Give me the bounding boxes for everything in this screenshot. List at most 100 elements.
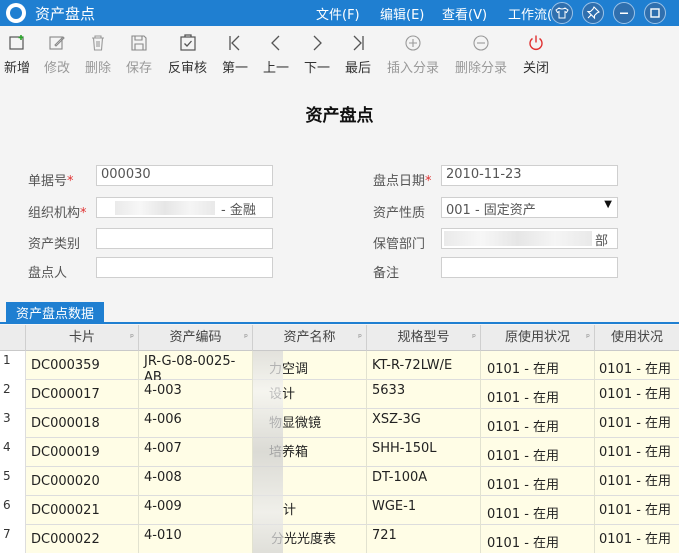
date-field[interactable]: 2010-11-23: [441, 165, 618, 186]
row-number: 5: [0, 467, 26, 496]
cell-status[interactable]: 0101 - 在用: [595, 351, 679, 380]
pin-icon[interactable]: [582, 2, 604, 24]
row-number: 6: [0, 496, 26, 525]
column-header-orig-status[interactable]: 原使用状况 ᵖ: [481, 325, 595, 351]
cell-code[interactable]: 4-008: [139, 467, 253, 496]
column-header-name[interactable]: 资产名称 ᵖ: [253, 325, 367, 351]
unaudit-button[interactable]: 反审核: [168, 34, 207, 76]
cell-spec[interactable]: DT-100A: [367, 467, 481, 496]
cell-card[interactable]: DC000020: [26, 467, 139, 496]
pin-icon[interactable]: ᵖ: [472, 325, 476, 351]
org-suffix: - 金融: [221, 203, 256, 218]
cell-status[interactable]: 0101 - 在用: [595, 525, 679, 553]
cell-spec[interactable]: WGE-1: [367, 496, 481, 525]
menu-workflow[interactable]: 工作流(: [508, 4, 552, 23]
column-header-code[interactable]: 资产编码 ᵖ: [139, 325, 253, 351]
cell-status[interactable]: 0101 - 在用: [595, 496, 679, 525]
cell-orig-status[interactable]: 0101 - 在用: [481, 409, 595, 438]
column-header-card[interactable]: 卡片 ᵖ: [26, 325, 139, 351]
delete-entry-button[interactable]: 删除分录: [454, 34, 508, 76]
new-button[interactable]: 新增: [4, 34, 30, 76]
toolbar: 新增 修改 删除 保存 反审核 第一 上一 下一 最后 插入分录 删除分录 关闭: [0, 34, 679, 84]
dropdown-arrow-icon[interactable]: ▼: [604, 199, 612, 210]
cell-spec[interactable]: SHH-150L: [367, 438, 481, 467]
cell-spec[interactable]: KT-R-72LW/E: [367, 351, 481, 380]
table-row[interactable]: 6 DC000021 4-009 计 WGE-1 0101 - 在用 0101 …: [0, 496, 679, 525]
prev-button[interactable]: 上一: [262, 34, 290, 76]
cell-status[interactable]: 0101 - 在用: [595, 380, 679, 409]
prev-label: 上一: [262, 61, 289, 76]
cell-orig-status[interactable]: 0101 - 在用: [481, 496, 595, 525]
next-button[interactable]: 下一: [303, 34, 331, 76]
minus-circle-icon: [473, 35, 489, 51]
pin-icon[interactable]: ᵖ: [244, 325, 248, 351]
pin-icon[interactable]: ᵖ: [586, 325, 590, 351]
table-row[interactable]: 4 DC000019 4-007 培养箱 SHH-150L 0101 - 在用 …: [0, 438, 679, 467]
cell-orig-status[interactable]: 0101 - 在用: [481, 525, 595, 553]
inventory-grid: 卡片 ᵖ 资产编码 ᵖ 资产名称 ᵖ 规格型号 ᵖ 原使用状况 ᵖ 使用状况 1 DC00…: [0, 325, 679, 553]
cell-card[interactable]: DC000359: [26, 351, 139, 380]
cell-card[interactable]: DC000021: [26, 496, 139, 525]
insert-entry-label: 插入分录: [386, 61, 439, 76]
cell-code[interactable]: 4-006: [139, 409, 253, 438]
delete-button[interactable]: 删除: [85, 34, 111, 76]
cell-card[interactable]: DC000018: [26, 409, 139, 438]
nature-select[interactable]: 001 - 固定资产 ▼: [441, 197, 618, 218]
first-button[interactable]: 第一: [221, 34, 249, 76]
cell-card[interactable]: DC000017: [26, 380, 139, 409]
pin-icon[interactable]: ᵖ: [130, 325, 134, 351]
cell-spec[interactable]: 721: [367, 525, 481, 553]
org-field[interactable]: - 金融: [96, 197, 273, 218]
cell-card[interactable]: DC000019: [26, 438, 139, 467]
bill-no-field[interactable]: 000030: [96, 165, 273, 186]
table-row[interactable]: 5 DC000020 4-008 DT-100A 0101 - 在用 0101 …: [0, 467, 679, 496]
nature-label: 资产性质: [373, 206, 426, 221]
cell-code[interactable]: 4-009: [139, 496, 253, 525]
category-field[interactable]: [96, 228, 273, 249]
cell-code[interactable]: 4-003: [139, 380, 253, 409]
cell-status[interactable]: 0101 - 在用: [595, 409, 679, 438]
first-label: 第一: [221, 61, 248, 76]
grid-header: 卡片 ᵖ 资产编码 ᵖ 资产名称 ᵖ 规格型号 ᵖ 原使用状况 ᵖ 使用状况: [0, 325, 679, 351]
column-header-spec[interactable]: 规格型号 ᵖ: [367, 325, 481, 351]
save-button[interactable]: 保存: [126, 34, 152, 76]
tab-inventory-data[interactable]: 资产盘点数据: [6, 302, 105, 323]
table-row[interactable]: 2 DC000017 4-003 设计 5633 0101 - 在用 0101 …: [0, 380, 679, 409]
cell-orig-status[interactable]: 0101 - 在用: [481, 438, 595, 467]
last-icon: [353, 35, 364, 51]
column-header-status[interactable]: 使用状况: [595, 325, 679, 351]
cell-card[interactable]: DC000022: [26, 525, 139, 553]
redacted-area: [444, 231, 592, 246]
cell-spec[interactable]: 5633: [367, 380, 481, 409]
cell-status[interactable]: 0101 - 在用: [595, 467, 679, 496]
edit-button[interactable]: 修改: [44, 34, 70, 76]
cell-code[interactable]: JR-G-08-0025-AB: [139, 351, 253, 380]
dept-field[interactable]: 部: [441, 228, 618, 249]
cell-spec[interactable]: XSZ-3G: [367, 409, 481, 438]
cell-orig-status[interactable]: 0101 - 在用: [481, 380, 595, 409]
row-number: 7: [0, 525, 26, 553]
cell-orig-status[interactable]: 0101 - 在用: [481, 467, 595, 496]
cell-status[interactable]: 0101 - 在用: [595, 438, 679, 467]
close-button[interactable]: 关闭: [522, 34, 550, 76]
table-row[interactable]: 3 DC000018 4-006 物显微镜 XSZ-3G 0101 - 在用 0…: [0, 409, 679, 438]
remark-field[interactable]: [441, 257, 618, 278]
minimize-icon[interactable]: [613, 2, 635, 24]
counter-field[interactable]: [96, 257, 273, 278]
menu-file[interactable]: 文件(F): [316, 4, 360, 23]
cell-orig-status[interactable]: 0101 - 在用: [481, 351, 595, 380]
last-button[interactable]: 最后: [344, 34, 372, 76]
shirt-icon[interactable]: [551, 2, 573, 24]
new-icon: [9, 35, 24, 50]
table-row[interactable]: 7 DC000022 4-010 分光光度表 721 0101 - 在用 010…: [0, 525, 679, 553]
required-mark: *: [67, 174, 74, 189]
maximize-icon[interactable]: [644, 2, 666, 24]
pin-icon[interactable]: ᵖ: [358, 325, 362, 351]
cell-code[interactable]: 4-007: [139, 438, 253, 467]
table-row[interactable]: 1 DC000359 JR-G-08-0025-AB 力空调 KT-R-72LW…: [0, 351, 679, 380]
menu-edit[interactable]: 编辑(E): [380, 4, 424, 23]
edit-label: 修改: [44, 61, 71, 76]
cell-code[interactable]: 4-010: [139, 525, 253, 553]
insert-entry-button[interactable]: 插入分录: [386, 34, 440, 76]
menu-view[interactable]: 查看(V): [442, 4, 487, 23]
